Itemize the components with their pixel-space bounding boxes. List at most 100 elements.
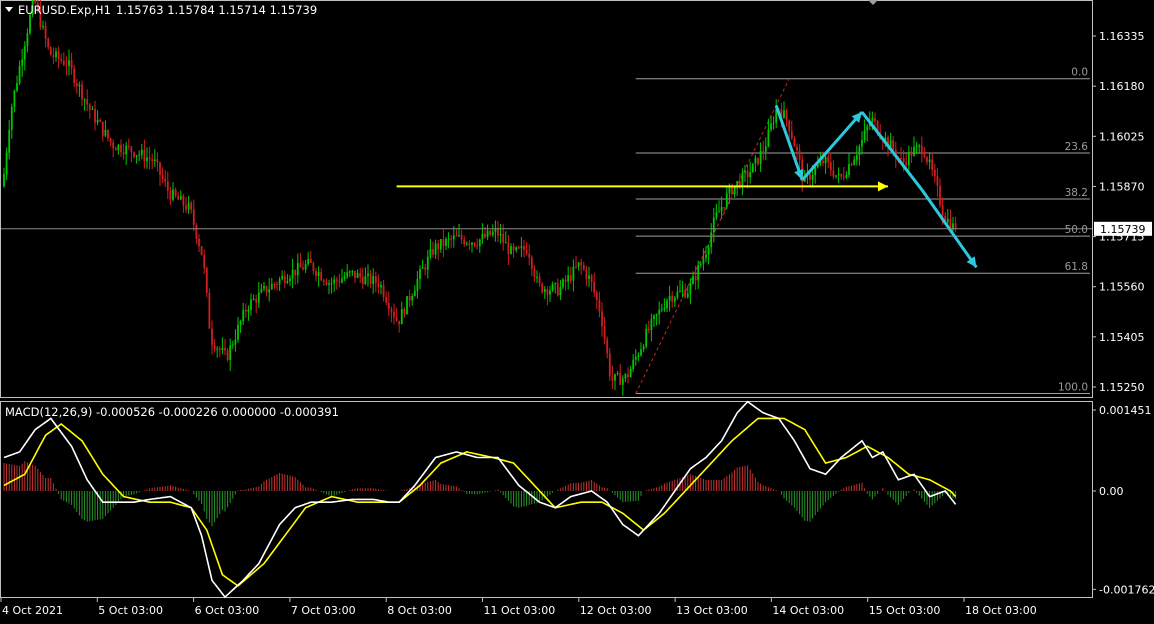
candle-body <box>369 273 372 284</box>
candle-body <box>809 173 811 180</box>
candle-body <box>377 283 380 288</box>
candle-body <box>408 296 411 301</box>
candle-body <box>367 273 369 277</box>
candle-body <box>57 51 60 59</box>
candle-body <box>413 290 416 297</box>
candle-body <box>621 378 624 385</box>
candle-body <box>387 302 390 310</box>
candle-body <box>624 374 627 379</box>
candle-body <box>642 346 645 350</box>
candle-body <box>793 138 796 147</box>
candle-body <box>484 233 486 238</box>
time-tick-label: 14 Oct 03:00 <box>772 604 844 617</box>
candle-body <box>660 309 663 311</box>
candle-body <box>533 268 536 278</box>
candle-body <box>172 189 174 200</box>
candle-body <box>910 151 913 156</box>
candle-body <box>871 117 874 123</box>
candle-body <box>47 38 50 48</box>
candle-body <box>668 295 671 301</box>
symbol-timeframe-label[interactable]: EURUSD.Exp,H1 <box>18 3 111 17</box>
price-tick-label: 1.15250 <box>1099 381 1145 394</box>
candle-body <box>754 157 757 164</box>
candle-body <box>676 291 679 298</box>
candle-body <box>419 268 421 280</box>
candle-body <box>101 121 104 136</box>
trading-chart[interactable]: 0.0 23.6 38.2 50.0 61.8 100.0 1.16335 1.16180 1… <box>0 0 1154 620</box>
candle-body <box>939 185 941 206</box>
candle-body <box>333 279 336 284</box>
time-tick-label: 15 Oct 03:00 <box>869 604 941 617</box>
price-tick-label: 1.16025 <box>1099 130 1145 143</box>
candle-body <box>504 242 507 244</box>
candle-body <box>681 290 684 292</box>
candle-body <box>255 298 258 303</box>
candle-body <box>588 275 590 279</box>
candle-body <box>759 150 762 165</box>
candle-body <box>49 47 52 56</box>
candle-body <box>304 264 307 270</box>
candle-body <box>923 154 926 158</box>
candle-body <box>863 130 866 140</box>
candle-body <box>455 235 458 237</box>
candle-body <box>450 238 453 240</box>
candle-body <box>874 117 876 122</box>
time-tick-label: 5 Oct 03:00 <box>98 604 163 617</box>
candle-body <box>468 243 471 245</box>
candle-body <box>673 297 676 302</box>
time-tick-label: 18 Oct 03:00 <box>965 604 1037 617</box>
candle-body <box>276 284 278 286</box>
candle-body <box>122 152 125 155</box>
candle-body <box>564 279 567 282</box>
candle-body <box>481 233 484 240</box>
candle-body <box>913 146 915 156</box>
candle-body <box>601 311 603 327</box>
candle-body <box>658 309 661 315</box>
candle-body <box>109 138 112 143</box>
candle-body <box>837 174 840 176</box>
candle-body <box>317 272 320 276</box>
candle-body <box>582 265 585 270</box>
candle-body <box>608 353 611 377</box>
candle-body <box>231 344 234 346</box>
candle-body <box>715 212 718 218</box>
chart-canvas[interactable]: 0.0 23.6 38.2 50.0 61.8 100.0 1.16335 1.16180 1… <box>0 0 1154 620</box>
candle-body <box>538 276 541 284</box>
candle-body <box>229 345 232 361</box>
candle-body <box>177 195 180 200</box>
candle-body <box>5 152 8 175</box>
price-tick-label: 1.15560 <box>1099 281 1145 294</box>
fib-level-label: 100.0 <box>1058 381 1088 393</box>
macd-tick-label: 0.001451 <box>1099 404 1152 417</box>
candle-body <box>712 217 715 233</box>
candle-body <box>936 176 939 186</box>
candle-body <box>741 172 744 188</box>
candle-body <box>380 285 382 288</box>
candle-body <box>374 276 377 284</box>
candle-body <box>757 157 759 165</box>
candle-body <box>299 263 302 268</box>
candle-body <box>283 276 286 283</box>
candle-body <box>606 339 609 354</box>
candle-body <box>354 270 356 278</box>
candle-body <box>842 176 845 178</box>
candle-body <box>250 299 252 310</box>
macd-tick-label: -0.001762 <box>1099 583 1154 596</box>
candle-body <box>75 83 78 87</box>
candle-body <box>296 263 299 276</box>
candle-body <box>390 309 393 312</box>
candle-body <box>502 234 505 243</box>
time-tick-label: 7 Oct 03:00 <box>291 604 356 617</box>
candle-body <box>645 328 648 347</box>
candle-body <box>205 267 208 293</box>
candle-body <box>411 296 414 301</box>
candle-body <box>338 280 341 283</box>
candle-body <box>86 99 89 105</box>
candle-body <box>491 231 494 235</box>
candle-body <box>91 108 94 110</box>
candle-body <box>473 242 476 246</box>
candle-body <box>647 328 650 331</box>
candle-body <box>247 309 250 312</box>
candle-body <box>471 242 473 245</box>
candle-body <box>166 181 169 191</box>
